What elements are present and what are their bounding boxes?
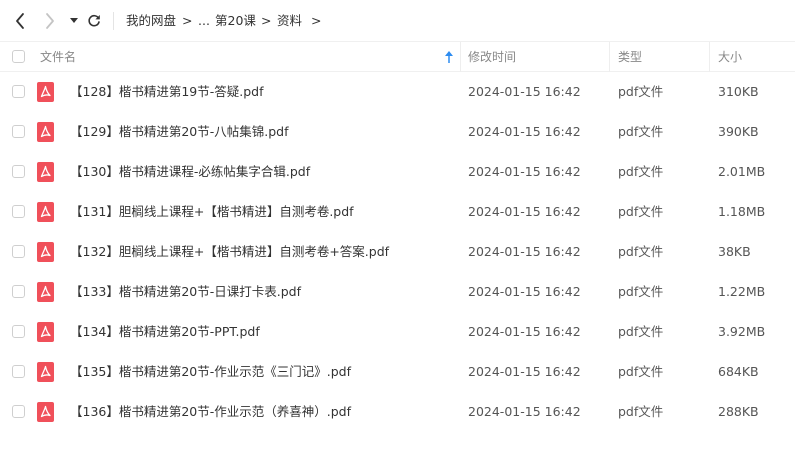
file-name[interactable]: 【131】胆榈线上课程+【楷书精进】自测考卷.pdf bbox=[70, 204, 354, 220]
file-row[interactable]: 【132】胆榈线上课程+【楷书精进】自测考卷+答案.pdf 2024-01-15… bbox=[0, 232, 795, 272]
row-checkbox[interactable] bbox=[12, 365, 25, 378]
file-name[interactable]: 【135】楷书精进第20节-作业示范《三门记》.pdf bbox=[70, 364, 351, 380]
pdf-file-icon bbox=[37, 362, 54, 382]
file-modified-time: 2024-01-15 16:42 bbox=[468, 124, 581, 139]
pdf-file-icon bbox=[37, 242, 54, 262]
file-modified-time: 2024-01-15 16:42 bbox=[468, 204, 581, 219]
pdf-file-icon bbox=[37, 82, 54, 102]
row-checkbox[interactable] bbox=[12, 125, 25, 138]
file-name[interactable]: 【136】楷书精进第20节-作业示范（养喜神）.pdf bbox=[70, 404, 351, 420]
row-checkbox[interactable] bbox=[12, 405, 25, 418]
pdf-file-icon bbox=[37, 322, 54, 342]
file-size: 1.22MB bbox=[718, 284, 766, 299]
file-row[interactable]: 【135】楷书精进第20节-作业示范《三门记》.pdf 2024-01-15 1… bbox=[0, 352, 795, 392]
file-row[interactable]: 【136】楷书精进第20节-作业示范（养喜神）.pdf 2024-01-15 1… bbox=[0, 392, 795, 432]
row-checkbox[interactable] bbox=[12, 85, 25, 98]
breadcrumb-item-materials[interactable]: 资料 bbox=[277, 13, 302, 29]
file-size: 3.92MB bbox=[718, 324, 766, 339]
file-row[interactable]: 【129】楷书精进第20节-八帖集锦.pdf 2024-01-15 16:42 … bbox=[0, 112, 795, 152]
file-modified-time: 2024-01-15 16:42 bbox=[468, 84, 581, 99]
breadcrumb-item-lesson-20[interactable]: 第20课 bbox=[215, 13, 256, 29]
pdf-file-icon bbox=[37, 282, 54, 302]
pdf-file-icon bbox=[37, 162, 54, 182]
file-size: 310KB bbox=[718, 84, 759, 99]
file-name[interactable]: 【128】楷书精进第19节-答疑.pdf bbox=[70, 84, 264, 100]
file-name[interactable]: 【130】楷书精进课程-必练帖集字合辑.pdf bbox=[70, 164, 310, 180]
file-row[interactable]: 【130】楷书精进课程-必练帖集字合辑.pdf 2024-01-15 16:42… bbox=[0, 152, 795, 192]
breadcrumb-separator: > bbox=[182, 13, 193, 28]
navigation-toolbar: 我的网盘 > ... 第20课 > 资料 > bbox=[0, 0, 795, 42]
column-header-modified[interactable]: 修改时间 bbox=[468, 49, 516, 65]
file-size: 684KB bbox=[718, 364, 759, 379]
pdf-file-icon bbox=[37, 122, 54, 142]
file-type: pdf文件 bbox=[618, 124, 664, 139]
select-all-checkbox[interactable] bbox=[12, 50, 25, 63]
row-checkbox[interactable] bbox=[12, 245, 25, 258]
row-checkbox[interactable] bbox=[12, 165, 25, 178]
column-divider bbox=[460, 42, 461, 72]
file-type: pdf文件 bbox=[618, 204, 664, 219]
breadcrumb-item-ellipsis[interactable]: ... bbox=[198, 13, 210, 29]
pdf-file-icon bbox=[37, 402, 54, 422]
file-size: 38KB bbox=[718, 244, 751, 259]
file-type: pdf文件 bbox=[618, 404, 664, 419]
row-checkbox[interactable] bbox=[12, 285, 25, 298]
file-list-header: 文件名 修改时间 类型 大小 bbox=[0, 42, 795, 72]
column-header-type[interactable]: 类型 bbox=[618, 49, 642, 65]
column-divider bbox=[709, 42, 710, 72]
file-name[interactable]: 【132】胆榈线上课程+【楷书精进】自测考卷+答案.pdf bbox=[70, 244, 389, 260]
file-row[interactable]: 【128】楷书精进第19节-答疑.pdf 2024-01-15 16:42 pd… bbox=[0, 72, 795, 112]
file-type: pdf文件 bbox=[618, 284, 664, 299]
sort-ascending-icon[interactable] bbox=[444, 50, 454, 64]
file-type: pdf文件 bbox=[618, 244, 664, 259]
file-size: 288KB bbox=[718, 404, 759, 419]
row-checkbox[interactable] bbox=[12, 205, 25, 218]
file-name[interactable]: 【129】楷书精进第20节-八帖集锦.pdf bbox=[70, 124, 289, 140]
row-checkbox[interactable] bbox=[12, 325, 25, 338]
column-header-size[interactable]: 大小 bbox=[718, 49, 742, 65]
breadcrumb: 我的网盘 > ... 第20课 > 资料 > bbox=[0, 0, 795, 42]
pdf-file-icon bbox=[37, 202, 54, 222]
file-type: pdf文件 bbox=[618, 324, 664, 339]
breadcrumb-item-my-drive[interactable]: 我的网盘 bbox=[126, 13, 176, 29]
file-modified-time: 2024-01-15 16:42 bbox=[468, 364, 581, 379]
file-type: pdf文件 bbox=[618, 364, 664, 379]
file-name[interactable]: 【134】楷书精进第20节-PPT.pdf bbox=[70, 324, 260, 340]
file-type: pdf文件 bbox=[618, 164, 664, 179]
column-divider bbox=[609, 42, 610, 72]
breadcrumb-separator: > bbox=[261, 13, 272, 28]
file-row[interactable]: 【134】楷书精进第20节-PPT.pdf 2024-01-15 16:42 p… bbox=[0, 312, 795, 352]
file-modified-time: 2024-01-15 16:42 bbox=[468, 164, 581, 179]
file-size: 390KB bbox=[718, 124, 759, 139]
file-modified-time: 2024-01-15 16:42 bbox=[468, 324, 581, 339]
file-type: pdf文件 bbox=[618, 84, 664, 99]
breadcrumb-separator: > bbox=[311, 13, 322, 28]
file-modified-time: 2024-01-15 16:42 bbox=[468, 284, 581, 299]
file-row[interactable]: 【133】楷书精进第20节-日课打卡表.pdf 2024-01-15 16:42… bbox=[0, 272, 795, 312]
column-header-name[interactable]: 文件名 bbox=[40, 49, 76, 65]
file-size: 1.18MB bbox=[718, 204, 766, 219]
file-size: 2.01MB bbox=[718, 164, 766, 179]
file-name[interactable]: 【133】楷书精进第20节-日课打卡表.pdf bbox=[70, 284, 301, 300]
file-row[interactable]: 【131】胆榈线上课程+【楷书精进】自测考卷.pdf 2024-01-15 16… bbox=[0, 192, 795, 232]
file-modified-time: 2024-01-15 16:42 bbox=[468, 404, 581, 419]
file-modified-time: 2024-01-15 16:42 bbox=[468, 244, 581, 259]
